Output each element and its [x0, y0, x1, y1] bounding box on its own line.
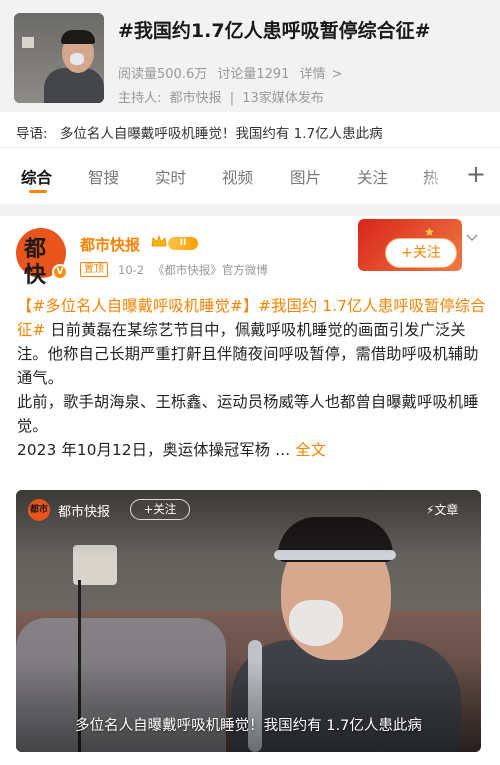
author-name[interactable]: 都市快报: [80, 234, 140, 255]
post-body: 【#多位名人自曝戴呼吸机睡觉#】#我国约 1.7亿人患呼吸暂停综合征# 日前黄磊…: [17, 294, 487, 462]
video-follow-button[interactable]: +关注: [130, 499, 190, 520]
thumbnail-person-hair: [61, 30, 95, 44]
host-label: 主持人:: [118, 91, 162, 106]
post-card: 都快 V 都市快报 II 置顶 10-2 《都市快报》官方微博 ★ +关注 【#…: [0, 216, 500, 765]
details-label[interactable]: 详情: [300, 67, 326, 82]
active-tab-indicator: [29, 190, 47, 193]
tab-comprehensive[interactable]: 综合: [21, 166, 52, 188]
thumbnail-socket: [22, 37, 34, 48]
pinned-badge: 置顶: [80, 262, 108, 277]
add-tab-icon[interactable]: +: [466, 160, 486, 188]
chevron-down-icon[interactable]: [466, 232, 478, 244]
topic-stats: 阅读量500.6万 讨论量1291 详情 >: [118, 63, 355, 82]
post-source: 《都市快报》官方微博: [152, 263, 268, 277]
thumbnail-mask: [70, 53, 84, 65]
video-caption: 多位名人自曝戴呼吸机睡觉！我国约有 1.7亿人患此病: [75, 718, 422, 734]
section-separator: [0, 204, 500, 216]
view-count: 阅读量500.6万: [118, 67, 208, 82]
tab-video[interactable]: 视频: [222, 166, 253, 188]
avatar-logo-text: 都快: [24, 237, 47, 288]
topic-thumbnail[interactable]: [14, 13, 104, 103]
chevron-right-icon: >: [331, 67, 343, 82]
tab-following[interactable]: 关注: [357, 166, 388, 188]
tab-bar: 综合 智搜 实时 视频 图片 关注 热 +: [0, 148, 500, 204]
level-badge: II: [168, 237, 198, 250]
author-avatar[interactable]: 都快 V: [16, 228, 68, 288]
topic-intro: 导语: 多位名人自曝戴呼吸机睡觉！我国约有 1.7亿人患此病: [0, 112, 500, 148]
topic-host: 主持人: 都市快报 | 13家媒体发布: [118, 87, 328, 106]
post-body-text: 2023 年10月12日，奥运体操冠军杨 ...: [17, 441, 296, 459]
video-player[interactable]: 都市 都市快报 +关注 ⚡文章 多位名人自曝戴呼吸机睡觉！我国约有 1.7亿人患…: [16, 490, 481, 752]
tab-fade-overlay: [424, 156, 464, 196]
media-count[interactable]: 13家媒体发布: [242, 91, 324, 106]
crown-icon: [151, 234, 167, 247]
video-author-avatar[interactable]: 都市: [28, 499, 50, 521]
topic-title: #我国约1.7亿人患呼吸暂停综合征#: [118, 20, 431, 42]
intro-label: 导语:: [16, 126, 48, 142]
discussion-count: 讨论量1291: [217, 67, 290, 82]
article-tag[interactable]: ⚡文章: [426, 501, 458, 518]
verified-icon: V: [52, 264, 68, 280]
post-date: 10-2: [118, 263, 145, 277]
tab-realtime[interactable]: 实时: [155, 166, 186, 188]
details-link[interactable]: 详情 >: [300, 67, 349, 82]
video-gradient-overlay: [16, 490, 481, 752]
tab-images[interactable]: 图片: [290, 166, 321, 188]
post-body-text: 此前，歌手胡海泉、王栎鑫、运动员杨威等人也都曾自曝戴呼吸机睡觉。: [17, 393, 479, 435]
video-author-name[interactable]: 都市快报: [58, 501, 110, 520]
read-more-link[interactable]: 全文: [295, 441, 326, 459]
tab-smart-search[interactable]: 智搜: [88, 166, 119, 188]
intro-text: 多位名人自曝戴呼吸机睡觉！我国约有 1.7亿人患此病: [59, 126, 383, 142]
host-divider: |: [229, 91, 235, 106]
topic-header: #我国约1.7亿人患呼吸暂停综合征# 阅读量500.6万 讨论量1291 详情 >…: [0, 0, 500, 112]
follow-button[interactable]: +关注: [385, 238, 457, 268]
post-body-text: 日前黄磊在某综艺节目中，佩戴呼吸机睡觉的画面引发广泛关注。他称自己长期严重打鼾且…: [17, 321, 479, 387]
host-name[interactable]: 都市快报: [170, 91, 222, 106]
post-meta: 10-2 《都市快报》官方微博: [118, 262, 273, 278]
thumbnail-person-body: [44, 68, 104, 103]
hashtag-link[interactable]: 【#多位名人自曝戴呼吸机睡觉#】: [17, 297, 258, 315]
star-icon: ★: [424, 225, 435, 239]
